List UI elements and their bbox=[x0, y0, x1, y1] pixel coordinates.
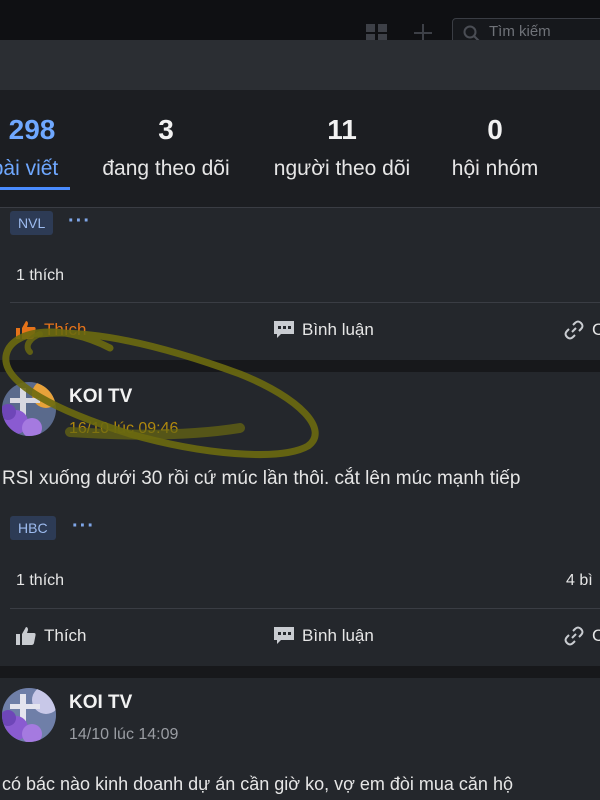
likes-count[interactable]: 1 thích bbox=[16, 572, 64, 590]
post-separator bbox=[0, 360, 600, 372]
share-button[interactable]: C bbox=[564, 320, 600, 340]
like-button[interactable]: Thích bbox=[16, 626, 87, 646]
post-card: KOI TV 16/10 lúc 09:46 RSI xuống dưới 30… bbox=[0, 372, 600, 666]
likes-count[interactable]: 1 thích bbox=[16, 267, 64, 285]
stat-posts[interactable]: 298 bài viết bbox=[0, 112, 70, 184]
avatar[interactable] bbox=[2, 688, 56, 742]
stat-followers-label: người theo dõi bbox=[273, 157, 411, 180]
stock-tag[interactable]: NVL bbox=[10, 211, 54, 235]
profile-header-band bbox=[0, 40, 600, 90]
post-timestamp[interactable]: 16/10 lúc 09:46 bbox=[69, 420, 178, 438]
comment-button[interactable]: Bình luận bbox=[274, 626, 374, 646]
stat-followers-count: 11 bbox=[327, 114, 357, 145]
post-card: KOI TV 14/10 lúc 14:09 có bác nào kinh d… bbox=[0, 678, 600, 800]
thumbs-up-icon bbox=[16, 627, 36, 645]
top-bar bbox=[0, 0, 600, 44]
author-name[interactable]: KOI TV bbox=[69, 692, 132, 714]
link-icon bbox=[564, 626, 584, 646]
more-options-icon[interactable]: ··· bbox=[68, 210, 91, 233]
post-card: NVL ··· 1 thích Thích Bình luận C bbox=[0, 208, 600, 360]
share-label: C bbox=[592, 320, 600, 339]
like-button[interactable]: Thích bbox=[16, 320, 87, 340]
stat-followers[interactable]: 11 người theo dõi bbox=[262, 112, 422, 184]
more-options-icon[interactable]: ··· bbox=[72, 515, 95, 538]
stat-groups-label: hội nhóm bbox=[451, 157, 539, 180]
comment-icon bbox=[274, 627, 294, 644]
stat-following-label: đang theo dõi bbox=[102, 157, 230, 180]
divider bbox=[10, 302, 600, 303]
like-label: Thích bbox=[44, 320, 87, 339]
profile-stats: 298 bài viết 3 đang theo dõi 11 người th… bbox=[0, 90, 600, 208]
like-label: Thích bbox=[44, 626, 87, 645]
share-button[interactable]: C bbox=[564, 626, 600, 646]
post-separator bbox=[0, 666, 600, 678]
stat-posts-count: 298 bbox=[8, 114, 56, 145]
stock-tag[interactable]: HBC bbox=[10, 516, 56, 540]
post-body: RSI xuống dưới 30 rồi cứ múc lần thôi. c… bbox=[2, 468, 521, 489]
post-body: có bác nào kinh doanh dự án cần giờ ko, … bbox=[2, 774, 513, 794]
comment-button[interactable]: Bình luận bbox=[274, 320, 374, 340]
active-tab-underline bbox=[0, 187, 70, 190]
comment-label: Bình luận bbox=[302, 320, 374, 339]
stat-groups[interactable]: 0 hội nhóm bbox=[442, 112, 548, 184]
comments-count[interactable]: 4 bì bbox=[566, 572, 593, 590]
stat-groups-count: 0 bbox=[487, 114, 503, 145]
author-name[interactable]: KOI TV bbox=[69, 386, 132, 408]
post-timestamp[interactable]: 14/10 lúc 14:09 bbox=[69, 726, 178, 744]
divider bbox=[10, 608, 600, 609]
thumbs-up-icon bbox=[16, 321, 36, 339]
search-input[interactable] bbox=[489, 22, 599, 40]
stat-following[interactable]: 3 đang theo dõi bbox=[90, 112, 242, 184]
stat-following-count: 3 bbox=[158, 114, 174, 145]
comment-icon bbox=[274, 321, 294, 338]
stat-posts-label: bài viết bbox=[0, 157, 59, 180]
link-icon bbox=[564, 320, 584, 340]
avatar[interactable] bbox=[2, 382, 56, 436]
share-label: C bbox=[592, 626, 600, 645]
comment-label: Bình luận bbox=[302, 626, 374, 645]
